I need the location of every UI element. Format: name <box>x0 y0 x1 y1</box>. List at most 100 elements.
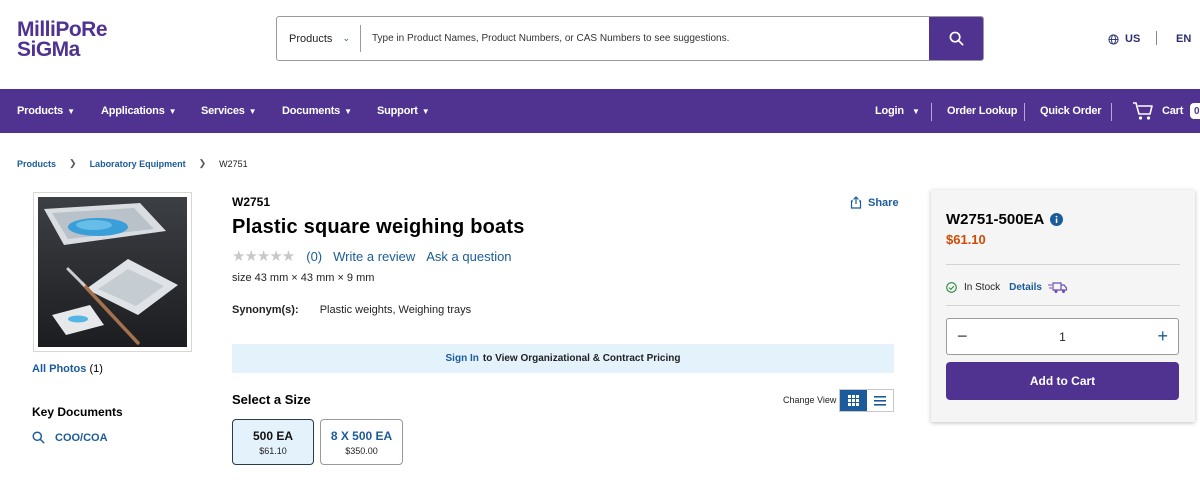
coo-coa-label: COO/COA <box>55 431 108 444</box>
add-to-cart-button[interactable]: Add to Cart <box>946 362 1179 400</box>
weighing-boats-photo <box>38 197 187 347</box>
size-option-8x500ea[interactable]: 8 X 500 EA $350.00 <box>320 419 403 465</box>
globe-icon <box>1108 33 1119 45</box>
main-nav: Products ▼ Applications ▼ Services ▼ Docume… <box>0 89 1200 133</box>
product-size: size 43 mm × 43 mm × 9 mm <box>232 272 375 284</box>
panel-divider <box>946 264 1180 265</box>
synonyms-row: Synonym(s): Plastic weights, Weighing tr… <box>232 304 471 316</box>
write-review-link[interactable]: Write a review <box>333 249 415 264</box>
search-category-label: Products <box>289 32 333 45</box>
grid-icon <box>847 395 859 406</box>
search-bar: Products ⌄ <box>276 16 984 61</box>
nav-item-label: Products <box>17 105 64 117</box>
sign-in-link[interactable]: Sign In <box>446 353 479 364</box>
quantity-value[interactable]: 1 <box>1059 330 1066 344</box>
nav-item-label: Support <box>377 105 418 117</box>
product-title: Plastic square weighing boats <box>232 216 525 238</box>
share-label: Share <box>868 196 899 209</box>
quantity-increase-button[interactable]: + <box>1157 326 1168 347</box>
list-icon <box>873 395 886 406</box>
grid-view-button[interactable] <box>840 390 867 411</box>
language-selector[interactable]: EN <box>1176 33 1191 45</box>
photo-count: (1) <box>89 363 103 375</box>
login-button[interactable]: Login ▼ <box>875 89 920 133</box>
rating-stars-icon: ★★★★★ <box>232 248 295 265</box>
nav-item-products[interactable]: Products ▼ <box>17 89 75 133</box>
product-image[interactable] <box>33 192 192 352</box>
nav-item-label: Services <box>201 105 245 117</box>
breadcrumb: Products ❯ Laboratory Equipment ❯ W2751 <box>17 158 248 169</box>
change-view-label: Change View <box>783 395 837 405</box>
search-button[interactable] <box>929 17 983 60</box>
stock-details-link[interactable]: Details <box>1009 282 1042 293</box>
logo-line2: SiGMa <box>17 38 81 59</box>
search-input[interactable] <box>361 17 929 60</box>
search-icon <box>32 431 45 444</box>
share-icon <box>850 196 862 209</box>
chevron-down-icon: ▼ <box>911 106 920 116</box>
quick-order-link[interactable]: Quick Order <box>1040 89 1102 133</box>
nav-item-services[interactable]: Services ▼ <box>201 89 257 133</box>
chevron-right-icon: ❯ <box>69 158 77 168</box>
panel-sku: W2751-500EA <box>946 211 1064 228</box>
size-option-name: 500 EA <box>252 428 294 443</box>
rating-row: ★★★★★ (0) Write a review Ask a question <box>232 247 523 265</box>
all-photos-link[interactable]: All Photos (1) <box>32 363 103 375</box>
all-photos-label: All Photos <box>32 363 87 375</box>
product-number: W2751 <box>232 195 271 209</box>
cart-label: Cart <box>1162 105 1184 117</box>
search-icon <box>949 31 963 46</box>
key-documents-heading: Key Documents <box>32 405 123 419</box>
delivery-truck-icon <box>1047 282 1068 293</box>
size-option-price: $61.10 <box>259 445 287 456</box>
chevron-down-icon: ▼ <box>168 106 177 116</box>
chevron-down-icon: ▼ <box>344 106 352 116</box>
breadcrumb-current: W2751 <box>219 158 248 169</box>
chevron-down-icon: ▼ <box>421 106 430 116</box>
nav-item-documents[interactable]: Documents ▼ <box>282 89 352 133</box>
rating-count[interactable]: (0) <box>306 249 322 264</box>
quantity-stepper: − 1 + <box>946 318 1179 355</box>
millipore-sigma-logo[interactable]: MilliPoRe SiGMa <box>17 19 163 59</box>
chevron-right-icon: ❯ <box>198 158 207 168</box>
size-option-500ea[interactable]: 500 EA $61.10 <box>232 419 314 465</box>
size-option-name: 8 X 500 EA <box>330 428 393 443</box>
info-icon[interactable] <box>1050 213 1064 226</box>
search-category-select[interactable]: Products ⌄ <box>277 17 360 60</box>
region-label: US <box>1125 33 1141 45</box>
share-button[interactable]: Share <box>850 196 899 209</box>
view-toggle <box>839 389 894 412</box>
quantity-decrease-button[interactable]: − <box>957 326 968 347</box>
signin-banner-text: to View Organizational & Contract Pricin… <box>482 353 681 364</box>
nav-divider <box>1024 103 1025 121</box>
order-lookup-label: Order Lookup <box>947 105 1018 117</box>
coo-coa-link[interactable]: COO/COA <box>32 431 108 444</box>
breadcrumb-link-lab-equipment[interactable]: Laboratory Equipment <box>90 159 186 169</box>
language-label: EN <box>1176 33 1192 45</box>
list-view-button[interactable] <box>867 390 894 411</box>
order-lookup-link[interactable]: Order Lookup <box>947 89 1018 133</box>
nav-divider <box>1111 103 1112 121</box>
synonym-value: Plastic weights, Weighing trays <box>319 304 472 316</box>
region-selector[interactable]: US <box>1108 33 1140 45</box>
chevron-down-icon: ⌄ <box>342 33 350 43</box>
panel-divider <box>946 305 1180 306</box>
chevron-down-icon: ▼ <box>67 106 75 116</box>
ask-question-link[interactable]: Ask a question <box>426 249 511 264</box>
panel-price: $61.10 <box>946 232 986 247</box>
nav-item-label: Documents <box>282 105 341 117</box>
chevron-down-icon: ▼ <box>248 106 257 116</box>
select-size-heading: Select a Size <box>232 392 311 407</box>
nav-item-support[interactable]: Support ▼ <box>377 89 430 133</box>
cart-count-badge: 0 <box>1190 103 1200 119</box>
check-circle-icon <box>946 281 957 293</box>
locale-divider <box>1156 31 1157 45</box>
panel-sku-label: W2751-500EA <box>946 211 1045 228</box>
nav-item-applications[interactable]: Applications ▼ <box>101 89 177 133</box>
size-option-price: $350.00 <box>345 445 378 456</box>
cart-button[interactable]: Cart <box>1132 89 1183 133</box>
synonym-label: Synonym(s): <box>232 304 299 316</box>
breadcrumb-link-products[interactable]: Products <box>17 159 56 169</box>
login-label: Login <box>875 105 904 117</box>
stock-status: In Stock Details <box>946 280 1068 294</box>
